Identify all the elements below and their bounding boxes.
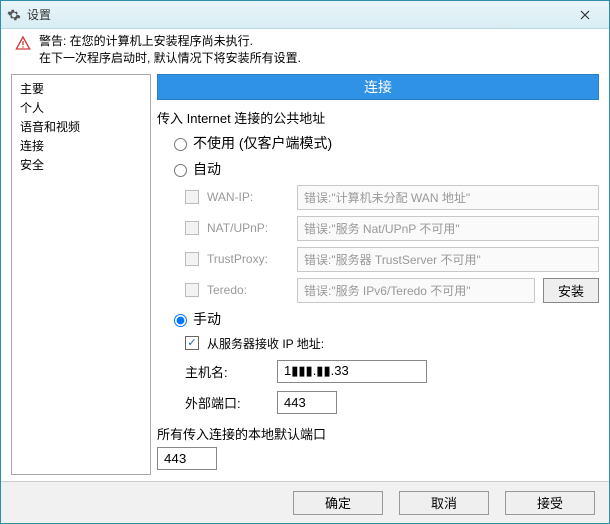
radio-none-label: 不使用 (仅客户端模式) (193, 133, 332, 153)
body: 主要 个人 语音和视频 连接 安全 连接 传入 Internet 连接的公共地址… (1, 74, 609, 481)
opt-natupnp: NAT/UPnP: 错误:"服务 Nat/UPnP 不可用" (185, 216, 599, 241)
main-panel: 连接 传入 Internet 连接的公共地址 不使用 (仅客户端模式) 自动 W… (157, 74, 599, 475)
teredo-label: Teredo: (207, 283, 289, 297)
local-port-group: 所有传入连接的本地默认端口 (157, 424, 599, 470)
radio-auto-label: 自动 (193, 159, 221, 179)
opt-trustproxy: TrustProxy: 错误:"服务器 TrustServer 不可用" (185, 247, 599, 272)
teredo-checkbox (185, 283, 199, 297)
row-port: 外部端口: (185, 391, 599, 414)
warning-bar: 警告: 在您的计算机上安装程序尚未执行. 在下一次程序启动时, 默认情况下将安装… (1, 29, 609, 74)
radio-none[interactable]: 不使用 (仅客户端模式) (169, 133, 599, 153)
warning-line1: 警告: 在您的计算机上安装程序尚未执行. (39, 33, 301, 50)
wanip-field: 错误:"计算机未分配 WAN 地址" (297, 185, 599, 210)
sidebar-item-connect[interactable]: 连接 (12, 136, 150, 155)
close-button[interactable] (563, 4, 607, 26)
row-host: 主机名: (185, 360, 599, 383)
radio-none-input[interactable] (174, 138, 187, 151)
wanip-checkbox (185, 190, 199, 204)
local-port-input[interactable] (157, 447, 217, 470)
local-port-label: 所有传入连接的本地默认端口 (157, 424, 599, 443)
sidebar-item-security[interactable]: 安全 (12, 155, 150, 174)
opt-wanip: WAN-IP: 错误:"计算机未分配 WAN 地址" (185, 185, 599, 210)
window-title: 设置 (27, 6, 563, 23)
trustproxy-field: 错误:"服务器 TrustServer 不可用" (297, 247, 599, 272)
opt-teredo: Teredo: 错误:"服务 IPv6/Teredo 不可用" 安装 (185, 278, 599, 303)
footer: 确定 取消 接受 (1, 481, 609, 523)
cancel-button[interactable]: 取消 (399, 491, 489, 515)
ok-button[interactable]: 确定 (293, 491, 383, 515)
gear-icon (7, 8, 21, 22)
opt-recv-ip[interactable]: 从服务器接收 IP 地址: (185, 335, 599, 352)
sidebar-item-voice[interactable]: 语音和视频 (12, 117, 150, 136)
radio-manual[interactable]: 手动 (169, 309, 599, 329)
trustproxy-checkbox (185, 252, 199, 266)
recv-ip-label: 从服务器接收 IP 地址: (207, 335, 324, 352)
host-input[interactable] (277, 360, 427, 383)
close-icon (580, 10, 590, 20)
radio-auto-input[interactable] (174, 164, 187, 177)
port-label: 外部端口: (185, 393, 267, 412)
panel-banner: 连接 (157, 74, 599, 100)
warning-text: 警告: 在您的计算机上安装程序尚未执行. 在下一次程序启动时, 默认情况下将安装… (39, 33, 301, 68)
sidebar: 主要 个人 语音和视频 连接 安全 (11, 74, 151, 475)
natupnp-field: 错误:"服务 Nat/UPnP 不可用" (297, 216, 599, 241)
trustproxy-label: TrustProxy: (207, 252, 289, 266)
teredo-install-button[interactable]: 安装 (543, 278, 599, 303)
recv-ip-checkbox[interactable] (185, 336, 199, 350)
incoming-group-label: 传入 Internet 连接的公共地址 (157, 108, 599, 127)
teredo-field: 错误:"服务 IPv6/Teredo 不可用" (297, 278, 535, 303)
sidebar-item-main[interactable]: 主要 (12, 79, 150, 98)
sidebar-item-personal[interactable]: 个人 (12, 98, 150, 117)
natupnp-label: NAT/UPnP: (207, 221, 289, 235)
accept-button[interactable]: 接受 (505, 491, 595, 515)
settings-window: 设置 警告: 在您的计算机上安装程序尚未执行. 在下一次程序启动时, 默认情况下… (0, 0, 610, 524)
titlebar: 设置 (1, 1, 609, 29)
radio-manual-label: 手动 (193, 309, 221, 329)
port-input[interactable] (277, 391, 337, 414)
radio-manual-input[interactable] (174, 314, 187, 327)
warning-line2: 在下一次程序启动时, 默认情况下将安装所有设置. (39, 50, 301, 67)
warning-icon (15, 35, 31, 51)
natupnp-checkbox (185, 221, 199, 235)
radio-auto[interactable]: 自动 (169, 159, 599, 179)
wanip-label: WAN-IP: (207, 190, 289, 204)
host-label: 主机名: (185, 362, 267, 381)
